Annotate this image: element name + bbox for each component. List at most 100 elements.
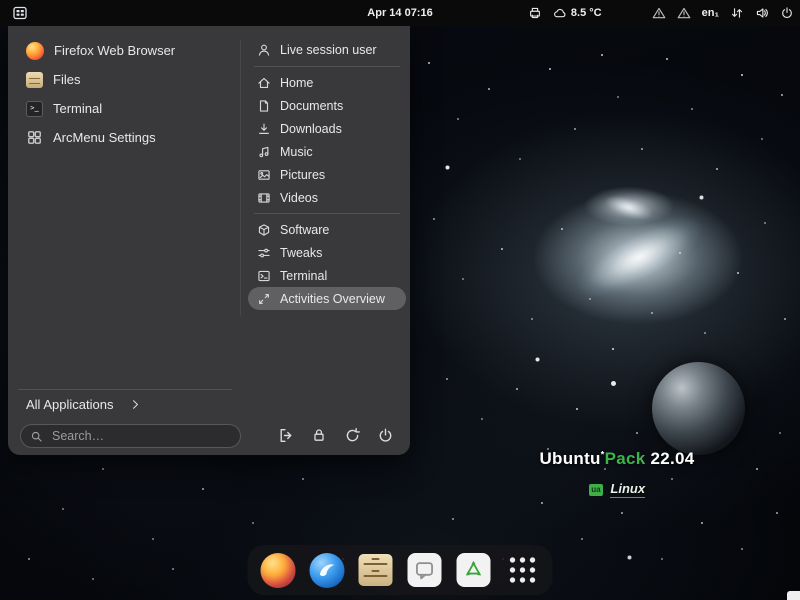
volume-icon[interactable] bbox=[755, 6, 769, 20]
menu-shortcut-activities-overview[interactable]: Activities Overview bbox=[248, 287, 406, 310]
bottom-right-panel bbox=[787, 591, 800, 600]
warning-icon-2[interactable] bbox=[677, 6, 691, 20]
bird-icon bbox=[315, 558, 339, 582]
lock-button[interactable] bbox=[310, 427, 328, 445]
menu-shortcuts-column: Live session user Home Documents Downloa… bbox=[248, 38, 406, 310]
logout-icon bbox=[278, 427, 295, 444]
chat-icon bbox=[407, 553, 442, 587]
dock-files[interactable] bbox=[356, 550, 396, 590]
menu-place-documents[interactable]: Documents bbox=[248, 94, 406, 117]
tweaks-icon bbox=[257, 246, 271, 260]
brand-version: 22.04 bbox=[650, 449, 695, 468]
ualinux-logo: ua Linux bbox=[517, 481, 717, 499]
software-icon bbox=[257, 223, 271, 237]
desktop-screen: Ubuntu*Pack 22.04 ua Linux Apr 14 07:16 8… bbox=[0, 0, 800, 600]
place-label: Home bbox=[280, 75, 314, 90]
picture-icon bbox=[257, 168, 271, 182]
dock-software[interactable] bbox=[454, 550, 494, 590]
recycle-icon bbox=[463, 559, 485, 581]
software-center-icon bbox=[456, 553, 491, 587]
menu-app-label: Firefox Web Browser bbox=[54, 43, 176, 58]
chevron-right-icon bbox=[129, 398, 142, 411]
document-icon bbox=[257, 99, 271, 113]
menu-shortcut-terminal[interactable]: Terminal bbox=[248, 264, 406, 287]
search-input[interactable] bbox=[50, 428, 231, 444]
all-applications-button[interactable]: All Applications bbox=[18, 392, 150, 416]
power-icon[interactable] bbox=[780, 6, 794, 20]
printer-icon[interactable] bbox=[528, 6, 542, 20]
brand-text: Ubuntu*Pack 22.04 bbox=[517, 449, 717, 469]
restart-button[interactable] bbox=[343, 427, 361, 445]
menu-app-files[interactable]: Files bbox=[18, 65, 234, 94]
files-icon bbox=[26, 71, 43, 88]
place-label: Downloads bbox=[280, 121, 342, 136]
dock-show-apps[interactable] bbox=[503, 550, 543, 590]
menu-app-label: Files bbox=[53, 72, 81, 87]
menu-place-videos[interactable]: Videos bbox=[248, 186, 406, 209]
power-button[interactable] bbox=[376, 427, 394, 445]
menu-place-pictures[interactable]: Pictures bbox=[248, 163, 406, 186]
menu-app-arcmenu-settings[interactable]: ArcMenu Settings bbox=[18, 123, 234, 152]
restart-icon bbox=[344, 427, 361, 444]
firefox-icon bbox=[26, 41, 44, 60]
thunderbird-icon bbox=[309, 552, 344, 588]
shortcut-label: Tweaks bbox=[280, 245, 323, 260]
menu-shortcut-software[interactable]: Software bbox=[248, 218, 406, 241]
arcmenu-panel: Firefox Web Browser Files Terminal ArcMe… bbox=[8, 26, 410, 455]
place-label: Pictures bbox=[280, 167, 326, 182]
terminal-icon bbox=[257, 269, 271, 283]
brand-name1: Ubuntu bbox=[539, 449, 601, 468]
dock bbox=[247, 545, 553, 595]
planet bbox=[652, 362, 745, 455]
arcmenu-settings-icon bbox=[26, 129, 43, 146]
menu-place-music[interactable]: Music bbox=[248, 140, 406, 163]
menu-separator bbox=[254, 213, 400, 214]
place-label: Documents bbox=[280, 98, 344, 113]
menu-bottom-separator bbox=[18, 389, 232, 390]
user-row[interactable]: Live session user bbox=[248, 38, 406, 62]
menu-app-firefox[interactable]: Firefox Web Browser bbox=[18, 36, 234, 65]
terminal-icon bbox=[26, 100, 43, 117]
top-bar: Apr 14 07:16 8.5 °C en₁ bbox=[0, 0, 800, 26]
music-icon bbox=[257, 145, 271, 159]
ualinux-text: Linux bbox=[610, 481, 646, 499]
shortcut-label: Software bbox=[280, 222, 330, 237]
menu-app-label: ArcMenu Settings bbox=[53, 130, 156, 145]
menu-shortcut-tweaks[interactable]: Tweaks bbox=[248, 241, 406, 264]
topbar-indicators: 8.5 °C en₁ bbox=[528, 6, 794, 20]
menu-app-label: Terminal bbox=[53, 101, 103, 116]
logout-button[interactable] bbox=[277, 427, 295, 445]
menu-separator bbox=[254, 66, 400, 67]
lock-icon bbox=[311, 427, 327, 443]
user-label: Live session user bbox=[280, 43, 377, 57]
download-icon bbox=[257, 122, 271, 136]
app-grid-icon bbox=[507, 555, 538, 585]
search-bar bbox=[20, 424, 241, 448]
warning-icon-1[interactable] bbox=[652, 6, 666, 20]
keyboard-layout-indicator[interactable]: en₁ bbox=[702, 7, 719, 19]
pinned-apps-list: Firefox Web Browser Files Terminal ArcMe… bbox=[18, 36, 234, 152]
dock-messages[interactable] bbox=[405, 550, 445, 590]
dock-firefox[interactable] bbox=[258, 550, 298, 590]
shortcut-label: Terminal bbox=[280, 268, 328, 283]
clock[interactable]: Apr 14 07:16 bbox=[367, 0, 432, 26]
all-applications-label: All Applications bbox=[26, 396, 114, 412]
search-icon bbox=[30, 430, 43, 443]
arcmenu-button[interactable] bbox=[6, 1, 34, 25]
arcmenu-icon bbox=[12, 5, 28, 21]
session-buttons bbox=[277, 424, 394, 448]
place-label: Music bbox=[280, 144, 313, 159]
menu-place-home[interactable]: Home bbox=[248, 71, 406, 94]
speech-bubble-icon bbox=[414, 559, 436, 581]
shortcut-label: Activities Overview bbox=[280, 291, 385, 306]
weather-temp: 8.5 °C bbox=[570, 7, 602, 19]
place-label: Videos bbox=[280, 190, 318, 205]
weather-indicator[interactable]: 8.5 °C bbox=[553, 6, 602, 20]
network-icon[interactable] bbox=[730, 6, 744, 20]
activities-icon bbox=[257, 292, 271, 306]
video-icon bbox=[257, 191, 271, 205]
menu-app-terminal[interactable]: Terminal bbox=[18, 94, 234, 123]
menu-place-downloads[interactable]: Downloads bbox=[248, 117, 406, 140]
dock-thunderbird[interactable] bbox=[307, 550, 347, 590]
ualinux-badge: ua bbox=[588, 483, 603, 496]
